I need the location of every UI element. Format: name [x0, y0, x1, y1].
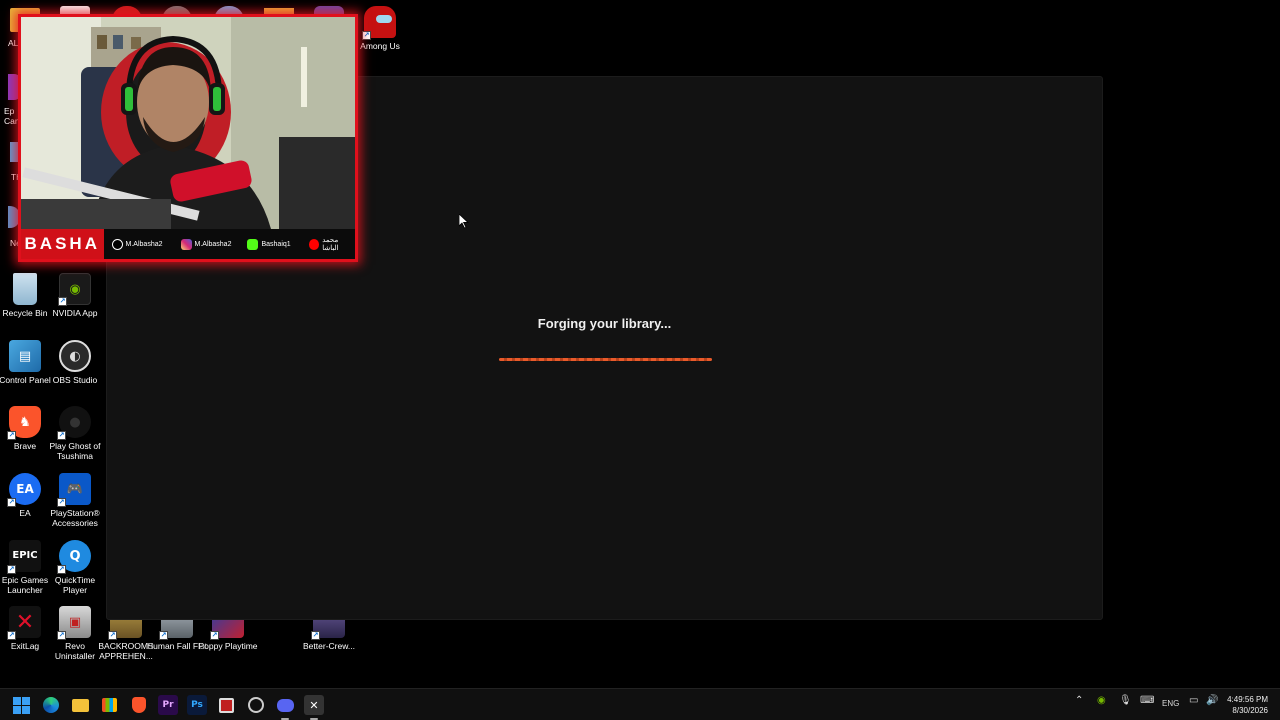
obs-taskbar-button[interactable] [246, 695, 266, 715]
loading-progress-bar [499, 358, 712, 361]
social-handle: M.Albasha2 [194, 240, 232, 248]
social-youtube: محمد الباشا [308, 236, 355, 252]
quicktime-icon: Q ↗ [57, 540, 91, 574]
social-kick: Bashaiq1 [247, 238, 291, 250]
exitlag-icon: ✕ ↗ [7, 606, 41, 640]
microphone-icon[interactable]: 🎙 [1119, 695, 1132, 706]
desktop-icon-label: PlayStation® Accessories [50, 508, 100, 528]
edge-icon [43, 697, 59, 713]
system-clock[interactable]: 4:49:56 PM 8/30/2026 [1227, 694, 1268, 716]
desktop-icon-label: Play Ghost of Tsushima [49, 441, 101, 461]
desktop-icon-label: Better-Crew... [303, 641, 355, 651]
clock-date: 8/30/2026 [1232, 706, 1268, 715]
discord-taskbar-button[interactable] [275, 695, 295, 720]
control-panel-icon: ▤ [9, 340, 41, 372]
desktop-icon-quicktime[interactable]: Q ↗ QuickTime Player [50, 540, 100, 595]
store-taskbar-button[interactable] [99, 695, 119, 715]
epic-games-icon: ✕ [309, 698, 319, 712]
snipping-tool-taskbar-button[interactable] [216, 695, 236, 715]
windows-logo-icon [12, 696, 30, 714]
store-icon [101, 698, 117, 712]
desktop-icon-exitlag[interactable]: ✕ ↗ ExitLag [0, 606, 50, 651]
desktop-icon-epic-games[interactable]: EPIC ↗ Epic Games Launcher [0, 540, 50, 595]
desktop-icon-obs-studio[interactable]: ◐ OBS Studio [50, 340, 100, 385]
nvidia-tray-icon[interactable]: ◉ [1097, 695, 1106, 706]
brave-icon: ♞ ↗ [7, 406, 41, 440]
epic-games-icon: EPIC ↗ [7, 540, 41, 574]
desktop-icon-revo-uninstaller[interactable]: ▣ ↗ Revo Uninstaller [50, 606, 100, 661]
revo-icon: ▣ ↗ [57, 606, 91, 640]
desktop-icon-label: Poppy Playtime [198, 641, 258, 651]
desktop-icon-label: OBS Studio [52, 375, 98, 385]
desktop-icon-ea[interactable]: EA ↗ EA [0, 473, 50, 518]
premiere-pro-icon: Pr [162, 700, 174, 710]
brave-taskbar-button[interactable] [129, 695, 149, 715]
desktop-icon-nvidia-app[interactable]: ◉ ↗ NVIDIA App [50, 273, 100, 318]
network-icon[interactable]: ▭ [1189, 695, 1198, 706]
premiere-taskbar-button[interactable]: Pr [158, 695, 178, 715]
social-tiktok: M.Albasha2 [111, 238, 163, 250]
snipping-tool-icon [218, 697, 234, 713]
photoshop-icon: Ps [191, 700, 203, 710]
tiktok-icon [111, 238, 123, 250]
desktop-icon-among-us[interactable]: ↗ Among Us [355, 6, 405, 51]
gamepad-icon: 🎮 ↗ [57, 473, 91, 507]
loading-message: Forging your library... [537, 316, 672, 331]
webcam-banner: BASHA M.Albasha2 M.Albasha2 Bashaiq1 محم… [21, 229, 355, 259]
obs-icon [248, 697, 264, 713]
recycle-bin-icon [13, 273, 37, 305]
loading-progress-fill [499, 358, 712, 361]
clock-time: 4:49:56 PM [1227, 695, 1268, 704]
mouse-cursor-icon [459, 214, 469, 229]
kick-icon [247, 238, 259, 250]
streamer-brand: BASHA [21, 229, 104, 259]
webcam-feed-image [21, 17, 355, 229]
taskbar: Pr Ps ✕ ⌃ ◉ 🎙 ⌨ ENG ▭ 🔊 4:49:56 PM 8/30/… [0, 688, 1280, 720]
desktop-icon-label: Among Us [360, 41, 400, 51]
chevron-up-icon[interactable]: ⌃ [1075, 695, 1083, 706]
social-instagram: M.Albasha2 [180, 238, 232, 250]
desktop-icon-label: NVIDIA App [52, 308, 98, 318]
keyboard-icon[interactable]: ⌨ [1140, 695, 1154, 706]
brave-icon [132, 697, 146, 713]
file-explorer-taskbar-button[interactable] [70, 695, 90, 715]
instagram-icon [180, 238, 192, 250]
ea-icon: EA ↗ [7, 473, 41, 507]
desktop-icon-playstation-accessories[interactable]: 🎮 ↗ PlayStation® Accessories [50, 473, 100, 528]
among-us-icon: ↗ [362, 6, 396, 40]
desktop-icon-label: QuickTime Player [54, 575, 96, 595]
epic-games-taskbar-button[interactable]: ✕ [304, 695, 324, 720]
edge-taskbar-button[interactable] [41, 695, 61, 715]
desktop-icon-control-panel[interactable]: ▤ Control Panel [0, 340, 51, 385]
obs-icon: ◐ [59, 340, 91, 372]
social-handle: محمد الباشا [322, 237, 339, 252]
language-indicator[interactable]: ENG [1162, 699, 1179, 708]
desktop-icon-brave[interactable]: ♞ ↗ Brave [0, 406, 50, 451]
youtube-icon [308, 238, 320, 250]
volume-icon[interactable]: 🔊 [1206, 695, 1218, 706]
social-handle: Bashaiq1 [261, 240, 291, 248]
folder-icon [71, 698, 89, 712]
discord-icon [276, 698, 294, 712]
webcam-overlay: BASHA M.Albasha2 M.Albasha2 Bashaiq1 محم… [18, 14, 358, 262]
photoshop-taskbar-button[interactable]: Ps [187, 695, 207, 715]
desktop-icon-ghost-of-tsushima[interactable]: ● ↗ Play Ghost of Tsushima [49, 406, 101, 461]
partial-label: Ep Cam [4, 106, 22, 126]
nvidia-icon: ◉ ↗ [58, 273, 91, 306]
start-button[interactable] [11, 695, 31, 715]
social-handle: M.Albasha2 [125, 240, 163, 248]
playstation-game-icon: ● ↗ [57, 406, 91, 440]
desktop-icon-recycle-bin[interactable]: Recycle Bin [0, 273, 50, 318]
